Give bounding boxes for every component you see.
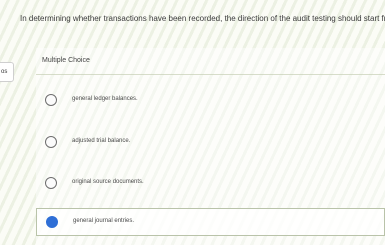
radio-button[interactable] bbox=[45, 177, 57, 189]
radio-button[interactable] bbox=[45, 94, 57, 106]
option-general-ledger[interactable]: general ledger balances. bbox=[36, 87, 385, 115]
quiz-page: In determining whether transactions have… bbox=[0, 0, 385, 245]
option-label: general journal entries. bbox=[73, 218, 135, 224]
question-text: In determining whether transactions have… bbox=[20, 14, 385, 23]
option-label: original source documents. bbox=[72, 179, 144, 185]
option-source-documents[interactable]: original source documents. bbox=[36, 170, 385, 198]
option-adjusted-trial-balance[interactable]: adjusted trial balance. bbox=[36, 129, 385, 157]
answer-card: Multiple Choice general ledger balances.… bbox=[36, 48, 385, 245]
points-tab[interactable]: os bbox=[0, 62, 14, 82]
radio-button-selected[interactable] bbox=[46, 216, 58, 228]
option-label: adjusted trial balance. bbox=[72, 138, 131, 144]
option-general-journal[interactable]: general journal entries. bbox=[36, 208, 385, 236]
radio-button[interactable] bbox=[45, 136, 57, 148]
option-label: general ledger balances. bbox=[72, 96, 138, 102]
card-divider bbox=[36, 74, 385, 75]
points-tab-label: os bbox=[1, 69, 8, 75]
question-type-label: Multiple Choice bbox=[42, 57, 90, 64]
